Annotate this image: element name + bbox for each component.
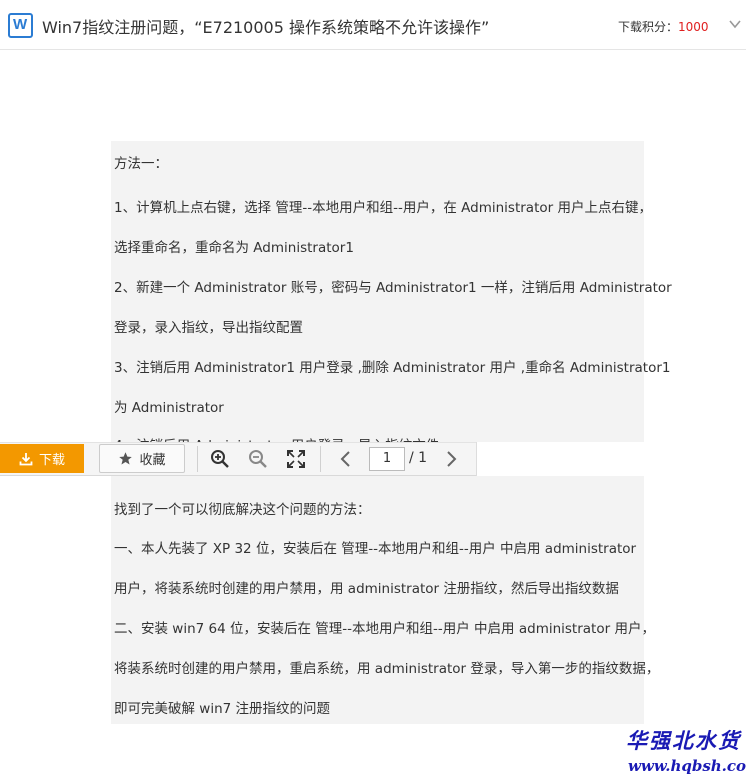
watermark-text: 华强北水货 (626, 728, 741, 753)
doc-paragraph: 方法一： (114, 156, 168, 172)
zoom-in-icon[interactable] (210, 449, 230, 469)
page-total: / 1 (409, 450, 428, 466)
doc-paragraph: 用户，将装系统时创建的用户禁用，用 administrator 注册指纹，然后导… (114, 581, 619, 597)
toolbar-divider (320, 446, 321, 472)
doc-paragraph: 3、注销后用 Administrator1 用户登录 ,删除 Administr… (114, 360, 671, 376)
zoom-out-icon[interactable] (248, 449, 268, 469)
document-header: W Win7指纹注册问题，“E7210005 操作系统策略不允许该操作” 下载积… (0, 0, 746, 50)
favorite-label: 收藏 (139, 453, 166, 468)
download-points: 下载积分：1000 (618, 18, 709, 35)
points-value: 1000 (678, 20, 709, 34)
chevron-right-icon[interactable] (441, 449, 461, 469)
doc-paragraph: 即可完美破解 win7 注册指纹的问题 (114, 701, 331, 717)
doc-paragraph: 将装系统时创建的用户禁用，重启系统，用 administrator 登录，导入第… (114, 661, 660, 677)
doc-paragraph: 选择重命名，重命名为 Administrator1 (114, 240, 354, 256)
doc-paragraph: 为 Administrator (114, 400, 224, 416)
word-doc-icon: W (8, 13, 33, 38)
doc-paragraph: 一、本人先装了 XP 32 位，安装后在 管理--本地用户和组--用户 中启用 … (114, 541, 637, 557)
document-title: Win7指纹注册问题，“E7210005 操作系统策略不允许该操作” (42, 18, 490, 37)
doc-paragraph: 二、安装 win7 64 位，安装后在 管理--本地用户和组--用户 中启用 a… (114, 621, 655, 637)
toolbar-blank-area (476, 442, 746, 476)
download-button[interactable]: 下载 (0, 444, 84, 473)
doc-paragraph: 找到了一个可以彻底解决这个问题的方法： (114, 502, 371, 518)
doc-paragraph: 1、计算机上点右键，选择 管理--本地用户和组--用户，在 Administra… (114, 200, 652, 216)
doc-paragraph: 2、新建一个 Administrator 账号，密码与 Administrato… (114, 280, 672, 296)
points-label: 下载积分： (618, 20, 679, 34)
chevron-left-icon[interactable] (336, 449, 356, 469)
star-icon (119, 452, 133, 465)
page-number-input[interactable]: 1 (369, 447, 405, 471)
chevron-down-icon[interactable] (729, 18, 741, 30)
doc-paragraph: 登录，录入指纹，导出指纹配置 (114, 320, 303, 336)
fullscreen-icon[interactable] (286, 449, 306, 469)
download-label: 下载 (38, 453, 65, 468)
toolbar-divider (197, 446, 198, 472)
download-icon (19, 452, 33, 465)
favorite-button[interactable]: 收藏 (99, 444, 185, 473)
watermark-url: www.hqbsh.com (628, 757, 746, 775)
